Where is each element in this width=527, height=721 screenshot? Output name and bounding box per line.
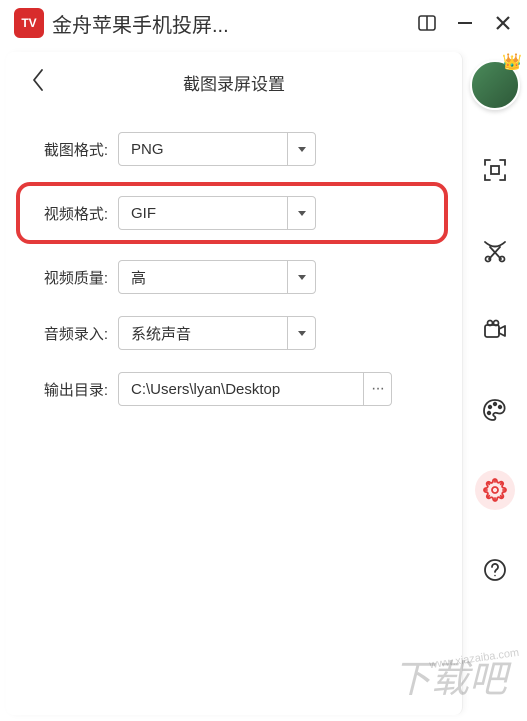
row-video-quality: 视频质量: 高 (26, 260, 442, 294)
palette-button[interactable] (475, 390, 515, 430)
select-screenshot-format[interactable]: PNG (118, 132, 316, 166)
title-controls (417, 13, 513, 33)
label-video-format: 视频格式: (26, 203, 108, 224)
settings-header: 截图录屏设置 (26, 52, 442, 112)
select-value: PNG (119, 141, 287, 158)
side-toolbar: 👑 (463, 46, 527, 721)
output-dir-field[interactable]: C:\Users\lyan\Desktop ··· (118, 372, 392, 406)
fullscreen-button[interactable] (475, 150, 515, 190)
select-value: GIF (119, 205, 287, 222)
help-button[interactable] (475, 550, 515, 590)
select-audio-input[interactable]: 系统声音 (118, 316, 316, 350)
row-video-format: 视频格式: GIF (16, 182, 448, 244)
settings-button[interactable] (475, 470, 515, 510)
label-screenshot-format: 截图格式: (26, 139, 108, 160)
output-dir-value: C:\Users\lyan\Desktop (119, 381, 363, 398)
minimize-button[interactable] (455, 13, 475, 33)
app-logo: TV (14, 8, 44, 38)
select-video-quality[interactable]: 高 (118, 260, 316, 294)
row-screenshot-format: 截图格式: PNG (26, 132, 442, 166)
select-value: 系统声音 (119, 323, 287, 344)
titlebar: TV 金舟苹果手机投屏... (0, 0, 527, 46)
select-value: 高 (119, 267, 287, 288)
chevron-down-icon (287, 197, 315, 229)
chevron-down-icon (287, 133, 315, 165)
label-output-dir: 输出目录: (26, 379, 108, 400)
crown-icon: 👑 (502, 52, 522, 72)
page-title: 截图录屏设置 (26, 70, 442, 95)
close-button[interactable] (493, 13, 513, 33)
main-area: 截图录屏设置 截图格式: PNG 视频格式: GIF (0, 46, 527, 721)
avatar[interactable]: 👑 (470, 60, 520, 110)
app-title: 金舟苹果手机投屏... (52, 9, 417, 38)
chevron-down-icon (287, 317, 315, 349)
chevron-down-icon (287, 261, 315, 293)
split-view-icon[interactable] (417, 13, 437, 33)
scissors-button[interactable] (475, 230, 515, 270)
label-audio-input: 音频录入: (26, 323, 108, 344)
select-video-format[interactable]: GIF (118, 196, 316, 230)
settings-rows: 截图格式: PNG 视频格式: GIF 视频质量: (26, 132, 442, 406)
camera-button[interactable] (475, 310, 515, 350)
browse-button[interactable]: ··· (363, 373, 391, 405)
row-output-dir: 输出目录: C:\Users\lyan\Desktop ··· (26, 372, 442, 406)
back-button[interactable] (30, 67, 46, 98)
label-video-quality: 视频质量: (26, 267, 108, 288)
settings-panel: 截图录屏设置 截图格式: PNG 视频格式: GIF (6, 52, 463, 715)
row-audio-input: 音频录入: 系统声音 (26, 316, 442, 350)
